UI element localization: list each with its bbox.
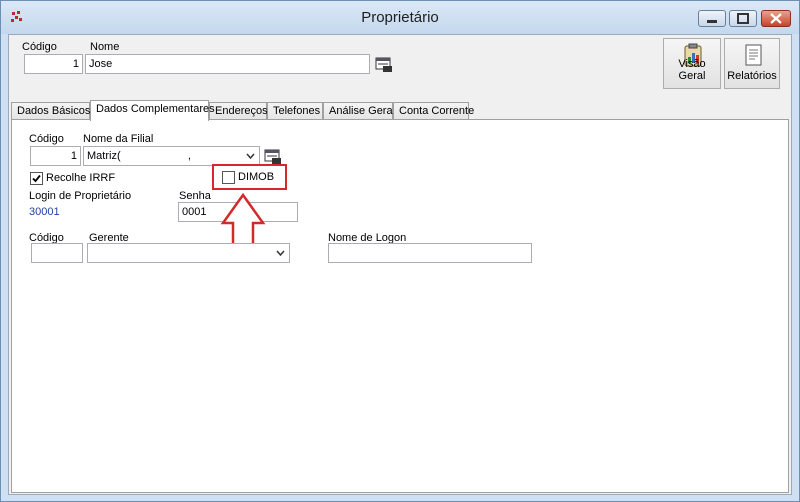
filial-select-value: Matriz( , — [87, 150, 191, 162]
filial-lookup-button[interactable] — [263, 146, 283, 166]
login-value: 30001 — [29, 206, 60, 218]
recolhe-irrf-label: Recolhe IRRF — [46, 172, 116, 184]
tab-dados-complementares[interactable]: Dados Complementares — [90, 100, 215, 121]
checkmark-icon — [32, 174, 41, 183]
close-icon — [770, 13, 782, 24]
filial-codigo-label: Código — [29, 133, 64, 145]
close-button[interactable] — [761, 10, 791, 27]
nome-input[interactable]: Jose — [85, 54, 370, 74]
visao-geral-button[interactable]: Visão Geral — [663, 38, 721, 89]
dimob-label: DIMOB — [238, 171, 275, 183]
tab-analise-geral[interactable]: Análise Geral — [323, 102, 395, 120]
lookup-icon — [264, 149, 281, 164]
maximize-icon — [737, 13, 749, 24]
tab-panel-dados-complementares: Código Nome da Filial 1 Matriz( , Recolh… — [11, 119, 789, 493]
tab-conta-corrente[interactable]: Conta Corrente — [393, 102, 474, 120]
minimize-button[interactable] — [698, 10, 726, 27]
logon-input[interactable] — [328, 243, 532, 263]
nome-lookup-button[interactable] — [374, 54, 394, 74]
tab-telefones[interactable]: Telefones — [267, 102, 323, 120]
title-bar: Proprietário — [1, 1, 799, 34]
window: Proprietário Código Nome 1 Jose Visão Ge… — [0, 0, 800, 502]
relatorios-button[interactable]: Relatórios — [724, 38, 780, 89]
lookup-icon — [375, 57, 392, 72]
chevron-down-icon — [276, 250, 285, 257]
dimob-checkbox[interactable] — [222, 171, 235, 184]
form-client-area: Código Nome 1 Jose Visão Geral Relatório… — [8, 34, 792, 495]
filial-codigo-input[interactable]: 1 — [30, 146, 81, 166]
filial-nome-label: Nome da Filial — [83, 133, 154, 145]
tab-dados-basicos[interactable]: Dados Básicos — [11, 102, 90, 120]
relatorios-label: Relatórios — [727, 70, 777, 82]
gerente-select[interactable] — [87, 243, 290, 263]
maximize-button[interactable] — [729, 10, 757, 27]
tab-enderecos[interactable]: Endereços — [209, 102, 268, 120]
nome-label: Nome — [90, 41, 120, 53]
senha-label: Senha — [179, 190, 211, 202]
report-icon — [745, 44, 762, 66]
window-title: Proprietário — [361, 9, 439, 26]
visao-geral-label: Visão Geral — [678, 58, 706, 82]
login-label: Login de Proprietário — [29, 190, 132, 202]
chevron-down-icon — [246, 153, 255, 160]
filial-select[interactable]: Matriz( , — [83, 146, 260, 166]
gerente-codigo-input[interactable] — [31, 243, 83, 263]
codigo-input[interactable]: 1 — [24, 54, 83, 74]
recolhe-irrf-checkbox[interactable] — [30, 172, 43, 185]
minimize-icon — [707, 20, 717, 23]
codigo-label: Código — [22, 41, 57, 53]
